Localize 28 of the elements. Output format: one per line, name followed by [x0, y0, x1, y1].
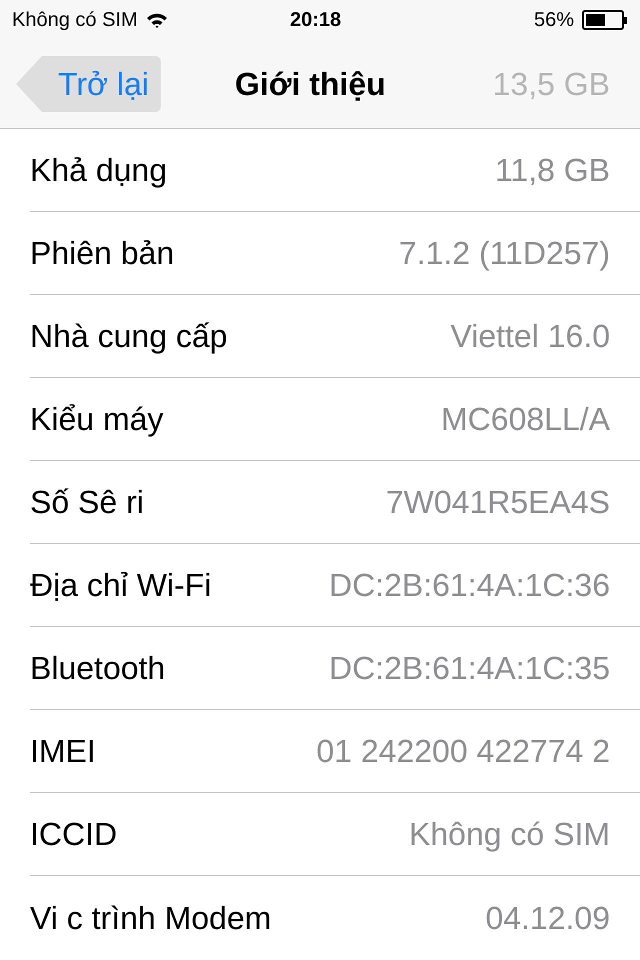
row-value: MC608LL/A	[441, 400, 610, 439]
row-label: Nhà cung cấp	[30, 317, 228, 356]
row-value: 7.1.2 (11D257)	[398, 234, 610, 273]
page-title: Giới thiệu	[234, 65, 386, 104]
row-value: 01 242200 422774 2	[316, 732, 610, 771]
row-label: ICCID	[30, 815, 118, 854]
row-label: Phiên bản	[30, 234, 174, 273]
faded-value: 13,5 GB	[492, 65, 610, 104]
row-value: DC:2B:61:4A:1C:35	[328, 649, 610, 688]
row-label: IMEI	[30, 732, 96, 771]
row-label: Khả dụng	[30, 151, 168, 190]
battery-icon	[582, 10, 628, 30]
carrier-text: Không có SIM	[12, 8, 138, 33]
row-label: Vi c trình Modem	[30, 898, 272, 938]
battery-percent: 56%	[534, 8, 574, 33]
row-value: 7W041R5EA4S	[386, 483, 610, 522]
row-value: Viettel 16.0	[450, 317, 610, 356]
row-label: Số Sê ri	[30, 483, 144, 522]
back-button[interactable]: Trở lại	[16, 56, 161, 112]
row-label: Địa chỉ Wi-Fi	[30, 566, 212, 605]
wifi-icon	[146, 12, 168, 28]
row-value: 04.12.09	[485, 898, 610, 938]
row-label: Kiểu máy	[30, 400, 164, 439]
row-value: Không có SIM	[409, 815, 610, 854]
row-label: Bluetooth	[30, 649, 166, 688]
row-value: 11,8 GB	[494, 151, 610, 190]
clock-text: 20:18	[290, 8, 342, 33]
row-value: DC:2B:61:4A:1C:36	[328, 566, 610, 605]
